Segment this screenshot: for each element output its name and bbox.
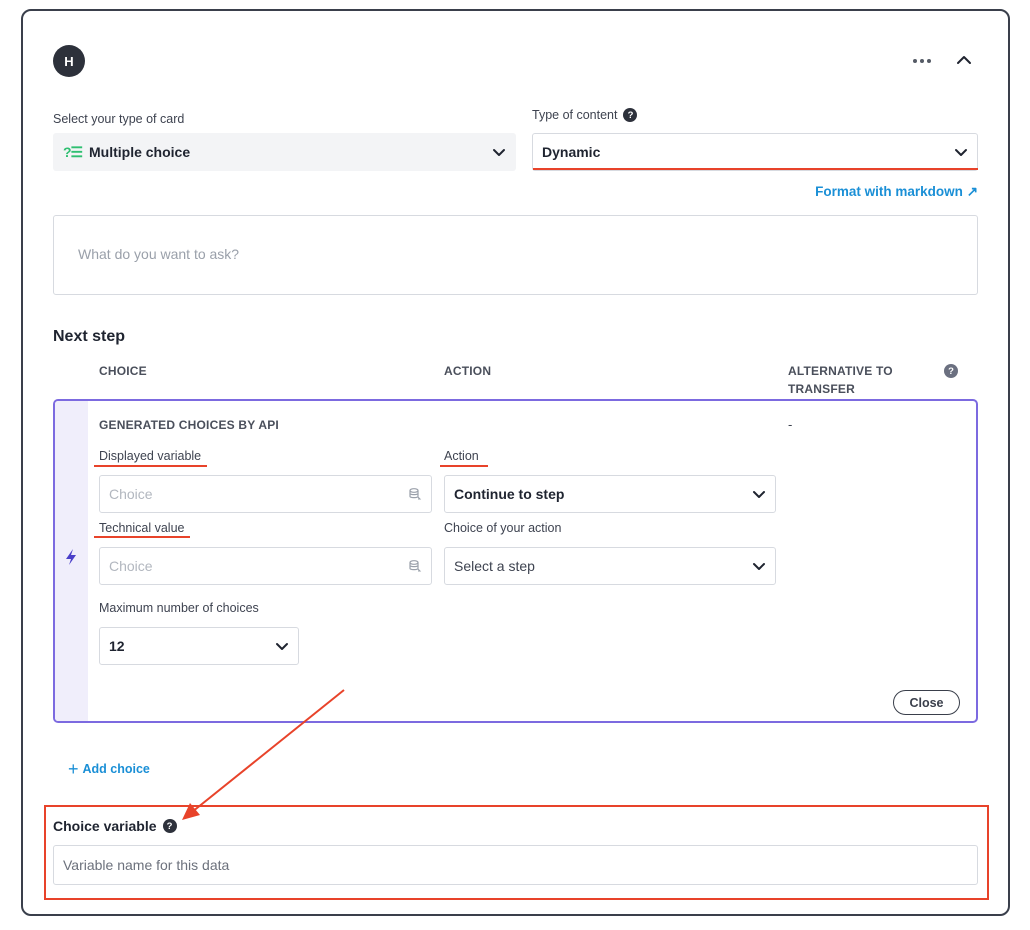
lightning-icon: [66, 549, 76, 565]
more-horizontal-icon: [913, 59, 917, 63]
max-choices-label: Maximum number of choices: [99, 601, 259, 615]
add-choice-button[interactable]: + Add choice: [68, 759, 150, 779]
choice-variable-label-row: Choice variable ?: [53, 818, 177, 834]
question-placeholder: What do you want to ask?: [78, 246, 240, 262]
database-icon: [409, 560, 422, 572]
annotation-underline: [440, 465, 488, 467]
displayed-variable-placeholder: Choice: [109, 486, 153, 502]
displayed-variable-input[interactable]: Choice: [99, 475, 432, 513]
chevron-down-icon: [493, 149, 505, 156]
displayed-variable-label: Displayed variable: [99, 449, 202, 463]
step-select[interactable]: Select a step: [444, 547, 776, 585]
chevron-down-icon: [753, 563, 765, 570]
content-type-label: Type of content: [532, 108, 618, 122]
database-icon: [409, 488, 422, 500]
column-header-alternative-line1: ALTERNATIVE TO: [788, 364, 893, 378]
collapse-button[interactable]: [950, 46, 978, 74]
action-value: Continue to step: [454, 486, 565, 502]
action-choice-label: Choice of your action: [444, 521, 562, 535]
technical-value-placeholder: Choice: [109, 558, 153, 574]
technical-value-label: Technical value: [99, 521, 185, 535]
chevron-down-icon: [955, 149, 967, 156]
card-type-label: Select your type of card: [53, 112, 185, 126]
annotation-underline: [94, 536, 190, 538]
choice-variable-placeholder: Variable name for this data: [63, 857, 230, 873]
max-choices-select[interactable]: 12: [99, 627, 299, 665]
external-arrow-icon: ↗: [966, 184, 978, 199]
content-type-label-row: Type of content ?: [532, 108, 638, 122]
action-select[interactable]: Continue to step: [444, 475, 776, 513]
max-choices-value: 12: [109, 638, 125, 654]
multiple-choice-icon: ?☰: [63, 143, 83, 160]
choice-side-strip: [55, 401, 88, 721]
alternative-value: -: [788, 417, 793, 432]
chevron-down-icon: [276, 643, 288, 650]
avatar: H: [53, 45, 85, 77]
annotation-underline: [94, 465, 207, 467]
format-markdown-link[interactable]: Format with markdown ↗: [760, 184, 978, 200]
chevron-down-icon: [753, 491, 765, 498]
format-markdown-label: Format with markdown: [815, 184, 963, 199]
column-header-action: ACTION: [444, 364, 492, 378]
technical-value-input[interactable]: Choice: [99, 547, 432, 585]
generated-choices-heading: GENERATED CHOICES BY API: [99, 418, 279, 432]
content-type-select[interactable]: Dynamic: [532, 133, 978, 171]
question-textarea[interactable]: What do you want to ask?: [53, 215, 978, 295]
choice-variable-label: Choice variable: [53, 818, 157, 834]
help-icon[interactable]: ?: [162, 819, 177, 833]
content-type-value: Dynamic: [542, 144, 601, 160]
chevron-up-icon: [957, 56, 971, 64]
close-button[interactable]: Close: [893, 690, 960, 715]
column-header-alternative-line2: TRANSFER: [788, 382, 855, 396]
more-horizontal-icon-dot: [920, 59, 924, 63]
card-type-select[interactable]: ?☰ Multiple choice: [53, 133, 516, 171]
card-type-value: Multiple choice: [89, 144, 191, 160]
more-horizontal-icon-dot: [927, 59, 931, 63]
annotation-underline: [533, 168, 978, 170]
column-header-alternative: ALTERNATIVE TO TRANSFER: [788, 362, 928, 398]
choice-variable-input[interactable]: Variable name for this data: [53, 845, 978, 885]
action-label: Action: [444, 449, 479, 463]
more-options-button[interactable]: [908, 50, 936, 72]
plus-icon: +: [68, 759, 79, 779]
help-icon[interactable]: ?: [944, 364, 958, 378]
step-select-value: Select a step: [454, 558, 535, 574]
column-header-choice: CHOICE: [99, 364, 147, 378]
next-step-title: Next step: [53, 328, 126, 345]
add-choice-label: Add choice: [82, 762, 150, 776]
help-icon[interactable]: ?: [623, 108, 638, 122]
